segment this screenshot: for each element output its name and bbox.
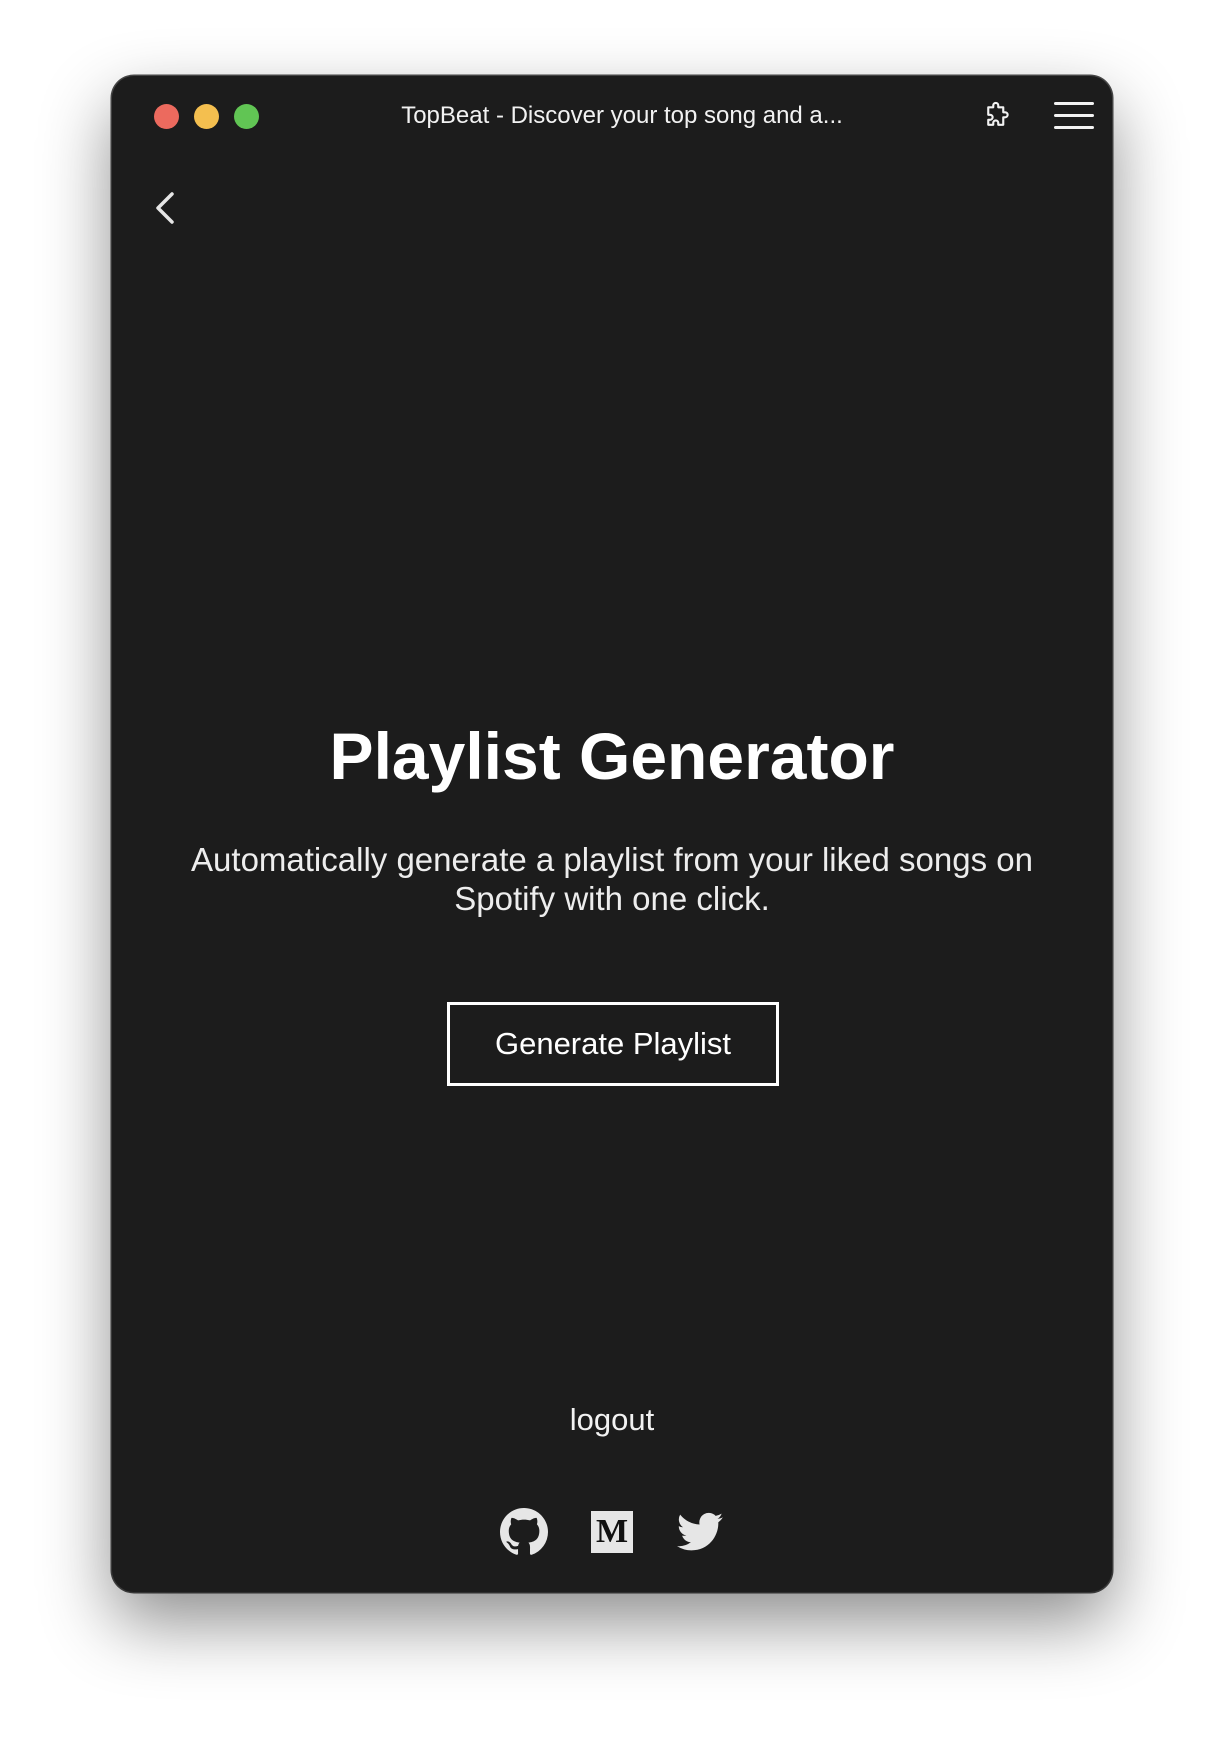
menu-button[interactable] (1052, 96, 1096, 136)
github-icon (500, 1508, 548, 1555)
extension-button[interactable] (977, 96, 1017, 136)
zoom-window-button[interactable] (234, 104, 259, 129)
github-link[interactable] (498, 1506, 550, 1558)
generate-playlist-button[interactable]: Generate Playlist (447, 1002, 779, 1086)
twitter-icon (677, 1512, 723, 1551)
minimize-window-button[interactable] (194, 104, 219, 129)
window-title: TopBeat - Discover your top song and a..… (401, 102, 843, 129)
twitter-link[interactable] (674, 1506, 726, 1558)
close-window-button[interactable] (154, 104, 179, 129)
app-window: TopBeat - Discover your top song and a..… (112, 76, 1112, 1592)
chevron-left-icon (156, 192, 174, 224)
medium-icon: M (591, 1511, 633, 1553)
medium-link[interactable]: M (586, 1506, 638, 1558)
hamburger-menu-icon (1054, 102, 1094, 129)
extension-puzzle-icon (987, 101, 1009, 126)
logout-link[interactable]: logout (512, 1400, 712, 1440)
page-subtitle: Automatically generate a playlist from y… (191, 841, 1033, 917)
back-button[interactable] (148, 184, 188, 232)
title-bar: TopBeat - Discover your top song and a..… (112, 76, 1112, 156)
page-title: Playlist Generator (329, 719, 895, 793)
